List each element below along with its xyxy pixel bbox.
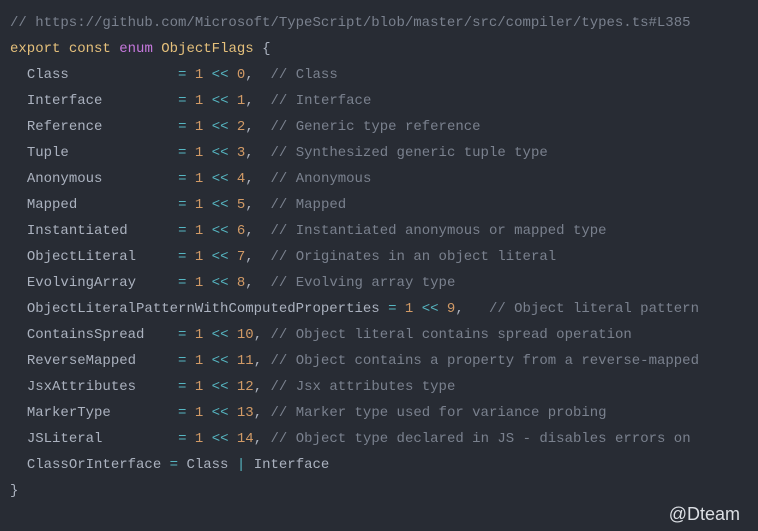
code-line: JSLiteral = 1 << 14, // Object type decl… [10, 426, 748, 452]
code-line: EvolvingArray = 1 << 8, // Evolving arra… [10, 270, 748, 296]
enum-member: EvolvingArray [27, 275, 136, 291]
code-line: Interface = 1 << 1, // Interface [10, 88, 748, 114]
code-line: Instantiated = 1 << 6, // Instantiated a… [10, 218, 748, 244]
code-line: MarkerType = 1 << 13, // Marker type use… [10, 400, 748, 426]
code-block: // https://github.com/Microsoft/TypeScri… [0, 0, 758, 504]
enum-member: ContainsSpread [27, 327, 145, 343]
enum-member: Interface [27, 93, 103, 109]
code-line: JsxAttributes = 1 << 12, // Jsx attribut… [10, 374, 748, 400]
enum-member: Anonymous [27, 171, 103, 187]
code-line: ContainsSpread = 1 << 10, // Object lite… [10, 322, 748, 348]
code-line: ObjectLiteralPatternWithComputedProperti… [10, 296, 748, 322]
enum-member: Mapped [27, 197, 77, 213]
enum-member: JSLiteral [27, 431, 103, 447]
code-line: Tuple = 1 << 3, // Synthesized generic t… [10, 140, 748, 166]
code-line: Anonymous = 1 << 4, // Anonymous [10, 166, 748, 192]
enum-member: Instantiated [27, 223, 128, 239]
enum-member: Reference [27, 119, 103, 135]
enum-member: Class [27, 67, 69, 83]
watermark: @Dteam [669, 504, 740, 525]
enum-member: MarkerType [27, 405, 111, 421]
code-line: ObjectLiteral = 1 << 7, // Originates in… [10, 244, 748, 270]
code-line: Reference = 1 << 2, // Generic type refe… [10, 114, 748, 140]
enum-member: Tuple [27, 145, 69, 161]
enum-member: ReverseMapped [27, 353, 136, 369]
code-line: Class = 1 << 0, // Class [10, 62, 748, 88]
code-line: // https://github.com/Microsoft/TypeScri… [10, 10, 748, 36]
enum-member: ObjectLiteralPatternWithComputedProperti… [27, 301, 380, 317]
enum-member: ClassOrInterface [27, 457, 161, 473]
code-line: ClassOrInterface = Class | Interface [10, 452, 748, 478]
enum-member: ObjectLiteral [27, 249, 136, 265]
code-line: ReverseMapped = 1 << 11, // Object conta… [10, 348, 748, 374]
code-line: } [10, 478, 748, 504]
code-line: Mapped = 1 << 5, // Mapped [10, 192, 748, 218]
code-line: export const enum ObjectFlags { [10, 36, 748, 62]
enum-member: JsxAttributes [27, 379, 136, 395]
